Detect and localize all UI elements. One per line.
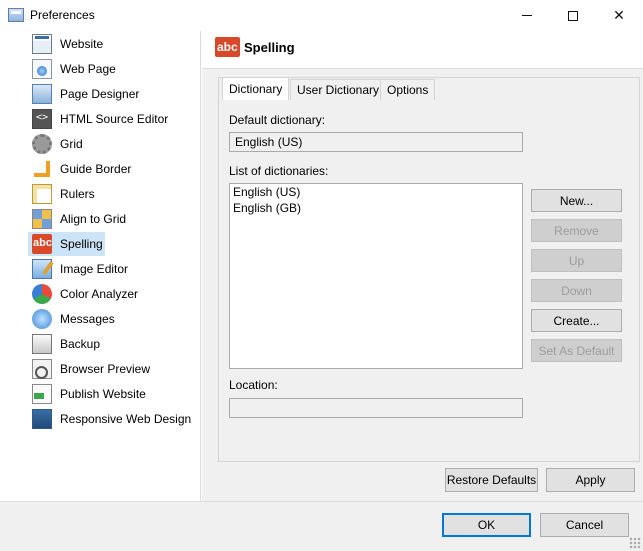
minimize-button[interactable] xyxy=(504,0,550,31)
sidebar-item-page-designer[interactable]: Page Designer xyxy=(28,82,196,106)
browser-preview-icon xyxy=(32,359,52,379)
close-button[interactable]: ✕ xyxy=(596,0,642,31)
sidebar-item-image-editor[interactable]: Image Editor xyxy=(28,257,196,281)
sidebar-item-label: Web Page xyxy=(60,62,116,76)
grid-icon xyxy=(32,134,52,154)
dialog-footer: OK Cancel xyxy=(0,501,643,551)
sidebar-item-html-source-editor[interactable]: HTML Source Editor xyxy=(28,107,196,131)
dictionaries-list-label: List of dictionaries: xyxy=(229,164,329,178)
sidebar-item-label: Website xyxy=(60,37,104,51)
sidebar-item-label: Publish Website xyxy=(60,387,146,401)
apply-button[interactable]: Apply xyxy=(546,468,635,492)
sidebar-item-label: Image Editor xyxy=(60,262,129,276)
close-icon: ✕ xyxy=(613,7,625,23)
sidebar-item-grid[interactable]: Grid xyxy=(28,132,196,156)
minimize-icon xyxy=(522,15,532,16)
responsive-design-icon xyxy=(32,409,52,429)
sidebar-item-website[interactable]: Website xyxy=(28,32,196,56)
new-button[interactable]: New... xyxy=(531,189,622,212)
list-item[interactable]: English (US) xyxy=(230,184,522,200)
sidebar-item-label: Responsive Web Design xyxy=(60,412,192,426)
website-icon xyxy=(32,34,52,54)
sidebar-item-label: Spelling xyxy=(60,237,103,251)
publish-website-icon xyxy=(32,384,52,404)
remove-button[interactable]: Remove xyxy=(531,219,622,242)
backup-icon xyxy=(32,334,52,354)
sidebar-item-web-page[interactable]: Web Page xyxy=(28,57,196,81)
sidebar-item-label: Backup xyxy=(60,337,101,351)
sidebar-item-label: Page Designer xyxy=(60,87,140,101)
settings-content: Spelling Dictionary User Dictionary Opti… xyxy=(202,31,643,501)
sidebar-item-align-to-grid[interactable]: Align to Grid xyxy=(28,207,196,231)
down-button[interactable]: Down xyxy=(531,279,622,302)
list-item[interactable]: English (GB) xyxy=(230,200,522,216)
location-field xyxy=(229,398,523,418)
create-button[interactable]: Create... xyxy=(531,309,622,332)
section-title: Spelling xyxy=(244,40,295,55)
color-analyzer-icon xyxy=(32,284,52,304)
preferences-sidebar: Website Web Page Page Designer HTML Sour… xyxy=(0,31,201,501)
sidebar-item-rulers[interactable]: Rulers xyxy=(28,182,196,206)
restore-defaults-button[interactable]: Restore Defaults xyxy=(445,468,538,492)
default-dictionary-label: Default dictionary: xyxy=(229,113,326,127)
up-button[interactable]: Up xyxy=(531,249,622,272)
guide-border-icon xyxy=(32,159,52,179)
sidebar-item-responsive-web-design[interactable]: Responsive Web Design xyxy=(28,407,196,431)
messages-icon xyxy=(32,309,52,329)
maximize-icon xyxy=(568,10,578,21)
sidebar-item-label: Rulers xyxy=(60,187,95,201)
spelling-icon xyxy=(215,37,240,57)
window-title: Preferences xyxy=(30,8,95,22)
web-page-icon xyxy=(32,59,52,79)
sidebar-item-color-analyzer[interactable]: Color Analyzer xyxy=(28,282,196,306)
tab-dictionary[interactable]: Dictionary xyxy=(222,77,290,100)
location-label: Location: xyxy=(229,378,278,392)
sidebar-item-browser-preview[interactable]: Browser Preview xyxy=(28,357,196,381)
sidebar-item-spelling[interactable]: Spelling xyxy=(28,232,105,256)
tab-user-dictionary[interactable]: User Dictionary xyxy=(290,79,387,100)
sidebar-item-label: Grid xyxy=(60,137,83,151)
ok-button[interactable]: OK xyxy=(442,513,531,537)
spelling-icon xyxy=(32,234,52,254)
sidebar-item-guide-border[interactable]: Guide Border xyxy=(28,157,196,181)
align-grid-icon xyxy=(32,209,52,229)
sidebar-item-label: Browser Preview xyxy=(60,362,151,376)
section-header: Spelling xyxy=(202,31,643,69)
app-icon xyxy=(8,8,24,22)
maximize-button[interactable] xyxy=(550,0,596,31)
default-dictionary-field: English (US) xyxy=(229,132,523,152)
sidebar-item-messages[interactable]: Messages xyxy=(28,307,196,331)
cancel-button[interactable]: Cancel xyxy=(540,513,629,537)
html-source-icon xyxy=(32,109,52,129)
tab-options[interactable]: Options xyxy=(380,79,436,100)
set-as-default-button[interactable]: Set As Default xyxy=(531,339,622,362)
sidebar-item-label: Messages xyxy=(60,312,115,326)
title-bar: Preferences ✕ xyxy=(0,0,643,31)
sidebar-item-label: Align to Grid xyxy=(60,212,127,226)
sidebar-item-label: Color Analyzer xyxy=(60,287,139,301)
sidebar-item-label: Guide Border xyxy=(60,162,132,176)
dictionaries-list[interactable]: English (US) English (GB) xyxy=(229,183,523,369)
sidebar-item-label: HTML Source Editor xyxy=(60,112,169,126)
resize-grip-icon[interactable] xyxy=(629,537,641,549)
image-editor-icon xyxy=(32,259,52,279)
sidebar-item-publish-website[interactable]: Publish Website xyxy=(28,382,196,406)
page-designer-icon xyxy=(32,84,52,104)
sidebar-item-backup[interactable]: Backup xyxy=(28,332,196,356)
rulers-icon xyxy=(32,184,52,204)
